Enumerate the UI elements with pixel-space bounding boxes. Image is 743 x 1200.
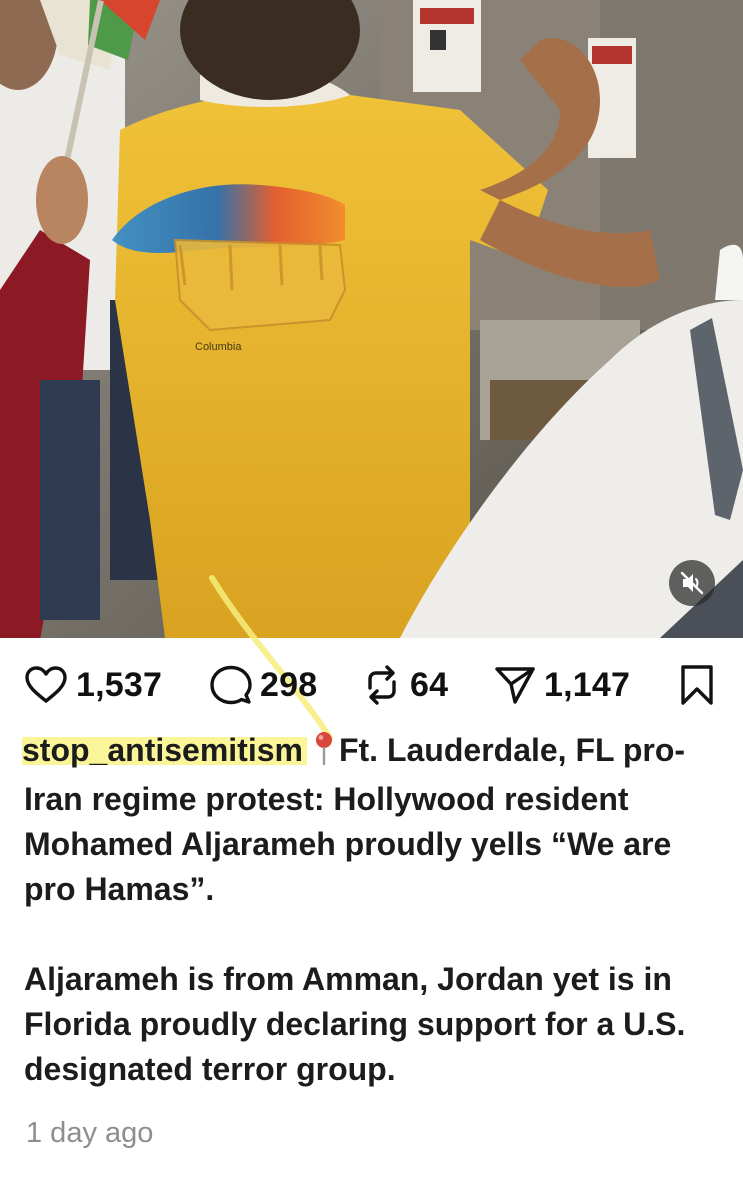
caption-location-text: Ft. Lauderdale, <box>338 732 567 768</box>
repost-arrows-icon <box>368 665 396 705</box>
like-count: 1,537 <box>76 665 163 704</box>
post-timestamp: 1 day ago <box>26 1117 154 1149</box>
location-pin-icon <box>313 731 335 777</box>
mute-toggle-button[interactable] <box>669 560 715 606</box>
post-action-bar: 1,537 298 64 1,147 <box>0 654 743 716</box>
send-icon <box>495 667 535 704</box>
repost-count: 64 <box>410 665 449 704</box>
caption-paragraph-1: stop_antisemitism Ft. Lauderdale, FL pro-… <box>22 728 724 912</box>
post-video[interactable]: Columbia <box>0 0 743 638</box>
shirt-logo-text: Columbia <box>195 341 242 353</box>
post-caption: stop_antisemitism Ft. Lauderdale, FL pro-… <box>22 728 724 1092</box>
author-username-link[interactable]: stop_antisemitism <box>22 732 307 768</box>
save-button[interactable] <box>680 654 714 716</box>
repost-button[interactable]: 64 <box>362 654 448 716</box>
bookmark-icon <box>681 665 713 705</box>
speaker-muted-icon <box>680 571 704 595</box>
comment-bubble-icon <box>210 665 252 705</box>
share-button[interactable]: 1,147 <box>494 654 630 716</box>
caption-paragraph-2: Aljarameh is from Amman, Jordan yet is i… <box>24 961 686 1087</box>
video-frame: Columbia <box>0 0 743 638</box>
share-count: 1,147 <box>544 665 631 704</box>
like-button[interactable]: 1,537 <box>24 654 162 716</box>
heart-icon <box>25 666 67 703</box>
comment-button[interactable]: 298 <box>210 654 317 716</box>
comment-count: 298 <box>260 665 318 704</box>
